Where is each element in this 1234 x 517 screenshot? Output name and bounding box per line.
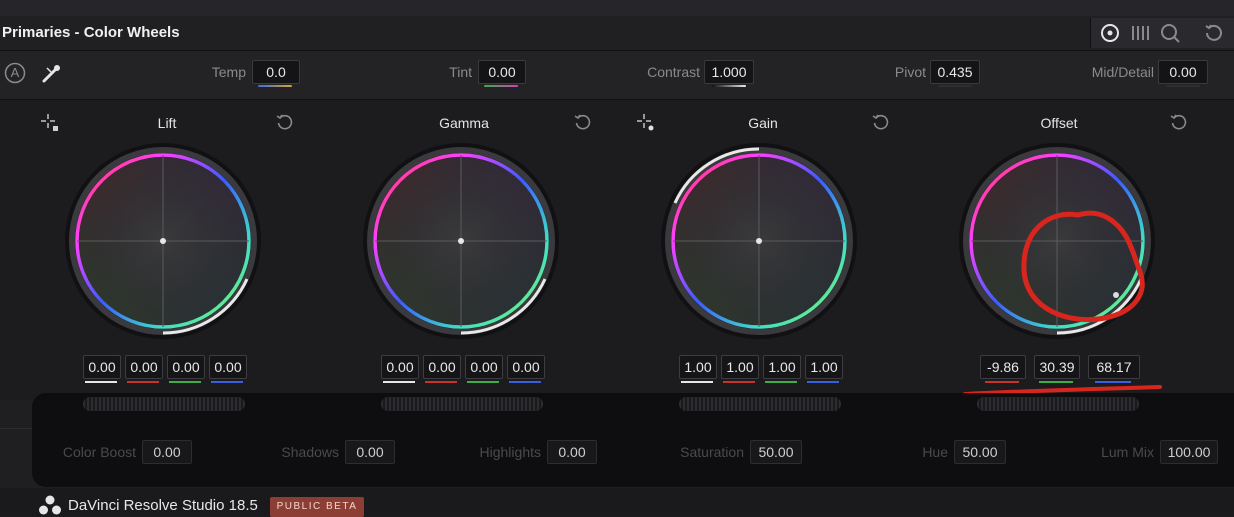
temp-field[interactable]: 0.0: [252, 60, 300, 84]
gain-color-wheel[interactable]: [659, 141, 859, 341]
gain-label: Gain: [748, 115, 778, 131]
offset-blue-value[interactable]: 68.17: [1088, 355, 1140, 379]
reset-all-icon[interactable]: [1203, 22, 1225, 44]
contrast-field[interactable]: 1.000: [704, 60, 754, 84]
temp-label: Temp: [211, 64, 246, 80]
gain-blue-bar: [807, 381, 839, 383]
lift-master-jog[interactable]: [83, 397, 245, 411]
gain-green-value[interactable]: 1.00: [763, 355, 801, 379]
gain-master-jog[interactable]: [679, 397, 841, 411]
lift-white-bar: [85, 381, 117, 383]
beta-badge: PUBLIC BETA: [270, 497, 364, 517]
app-name: DaVinci Resolve Studio 18.5: [68, 497, 258, 514]
pivot-field[interactable]: 0.435: [930, 60, 980, 84]
tint-field[interactable]: 0.00: [478, 60, 526, 84]
mid-detail-label: Mid/Detail: [1091, 64, 1154, 80]
hue-field[interactable]: 50.00: [954, 440, 1006, 464]
shadows-label: Shadows: [281, 444, 339, 460]
saturation-field[interactable]: 50.00: [750, 440, 802, 464]
gain-white-bar: [681, 381, 713, 383]
lum-mix-label: Lum Mix: [1101, 444, 1154, 460]
log-wheels-icon[interactable]: [1159, 22, 1181, 44]
color-boost-field[interactable]: 0.00: [142, 440, 192, 464]
lift-green-bar: [169, 381, 201, 383]
highlights-field[interactable]: 0.00: [547, 440, 597, 464]
contrast-slider[interactable]: [712, 85, 746, 87]
temp-slider[interactable]: [258, 85, 292, 87]
gamma-blue-value[interactable]: 0.00: [507, 355, 545, 379]
mid-detail-slider[interactable]: [1166, 85, 1200, 87]
lift-red-bar: [127, 381, 159, 383]
auto-balance-label: A: [10, 65, 20, 80]
gamma-red-value[interactable]: 0.00: [423, 355, 461, 379]
offset-reset-icon[interactable]: [1169, 113, 1189, 133]
panel-header: [0, 16, 1234, 51]
gamma-master-value[interactable]: 0.00: [381, 355, 419, 379]
lift-green-value[interactable]: 0.00: [167, 355, 205, 379]
lift-color-wheel[interactable]: [63, 141, 263, 341]
gain-green-bar: [765, 381, 797, 383]
gamma-white-bar: [383, 381, 415, 383]
gain-reset-icon[interactable]: [871, 113, 891, 133]
eyedropper-icon[interactable]: [40, 61, 64, 85]
bars-icon[interactable]: [1129, 22, 1151, 44]
gamma-red-bar: [425, 381, 457, 383]
gain-master-value[interactable]: 1.00: [679, 355, 717, 379]
gain-red-value[interactable]: 1.00: [721, 355, 759, 379]
gamma-green-bar: [467, 381, 499, 383]
lift-master-value[interactable]: 0.00: [83, 355, 121, 379]
mode-toolbar: [1090, 18, 1234, 48]
gain-blue-value[interactable]: 1.00: [805, 355, 843, 379]
gamma-master-jog[interactable]: [381, 397, 543, 411]
lift-reset-icon[interactable]: [275, 113, 295, 133]
top-strip: [0, 0, 1234, 17]
gamma-blue-bar: [509, 381, 541, 383]
offset-red-value[interactable]: -9.86: [980, 355, 1026, 379]
lum-mix-field[interactable]: 100.00: [1160, 440, 1218, 464]
gamma-color-wheel[interactable]: [361, 141, 561, 341]
pivot-slider[interactable]: [938, 85, 972, 87]
lift-label: Lift: [157, 115, 177, 131]
lift-red-value[interactable]: 0.00: [125, 355, 163, 379]
crosshair-icon[interactable]: [40, 113, 60, 133]
davinci-logo-icon: [39, 495, 61, 515]
lift-blue-bar: [211, 381, 243, 383]
shadows-field[interactable]: 0.00: [345, 440, 395, 464]
color-boost-label: Color Boost: [62, 444, 136, 460]
highlights-label: Highlights: [479, 444, 541, 460]
offset-master-jog[interactable]: [977, 397, 1139, 411]
contrast-label: Contrast: [647, 64, 700, 80]
tint-slider[interactable]: [484, 85, 518, 87]
saturation-label: Saturation: [680, 444, 744, 460]
tint-label: Tint: [449, 64, 472, 80]
gain-red-bar: [723, 381, 755, 383]
gamma-reset-icon[interactable]: [573, 113, 593, 133]
lift-blue-value[interactable]: 0.00: [209, 355, 247, 379]
panel-title: Primaries - Color Wheels: [2, 24, 180, 41]
color-wheels-icon[interactable]: [1099, 22, 1121, 44]
gamma-label: Gamma: [439, 115, 489, 131]
gamma-green-value[interactable]: 0.00: [465, 355, 503, 379]
offset-label: Offset: [1040, 115, 1078, 131]
mid-detail-field[interactable]: 0.00: [1158, 60, 1208, 84]
pivot-label: Pivot: [894, 64, 926, 80]
offset-green-value[interactable]: 30.39: [1034, 355, 1080, 379]
hue-label: Hue: [922, 444, 948, 460]
annotation-circle: [1021, 210, 1145, 323]
crosshair-icon[interactable]: [636, 113, 656, 133]
